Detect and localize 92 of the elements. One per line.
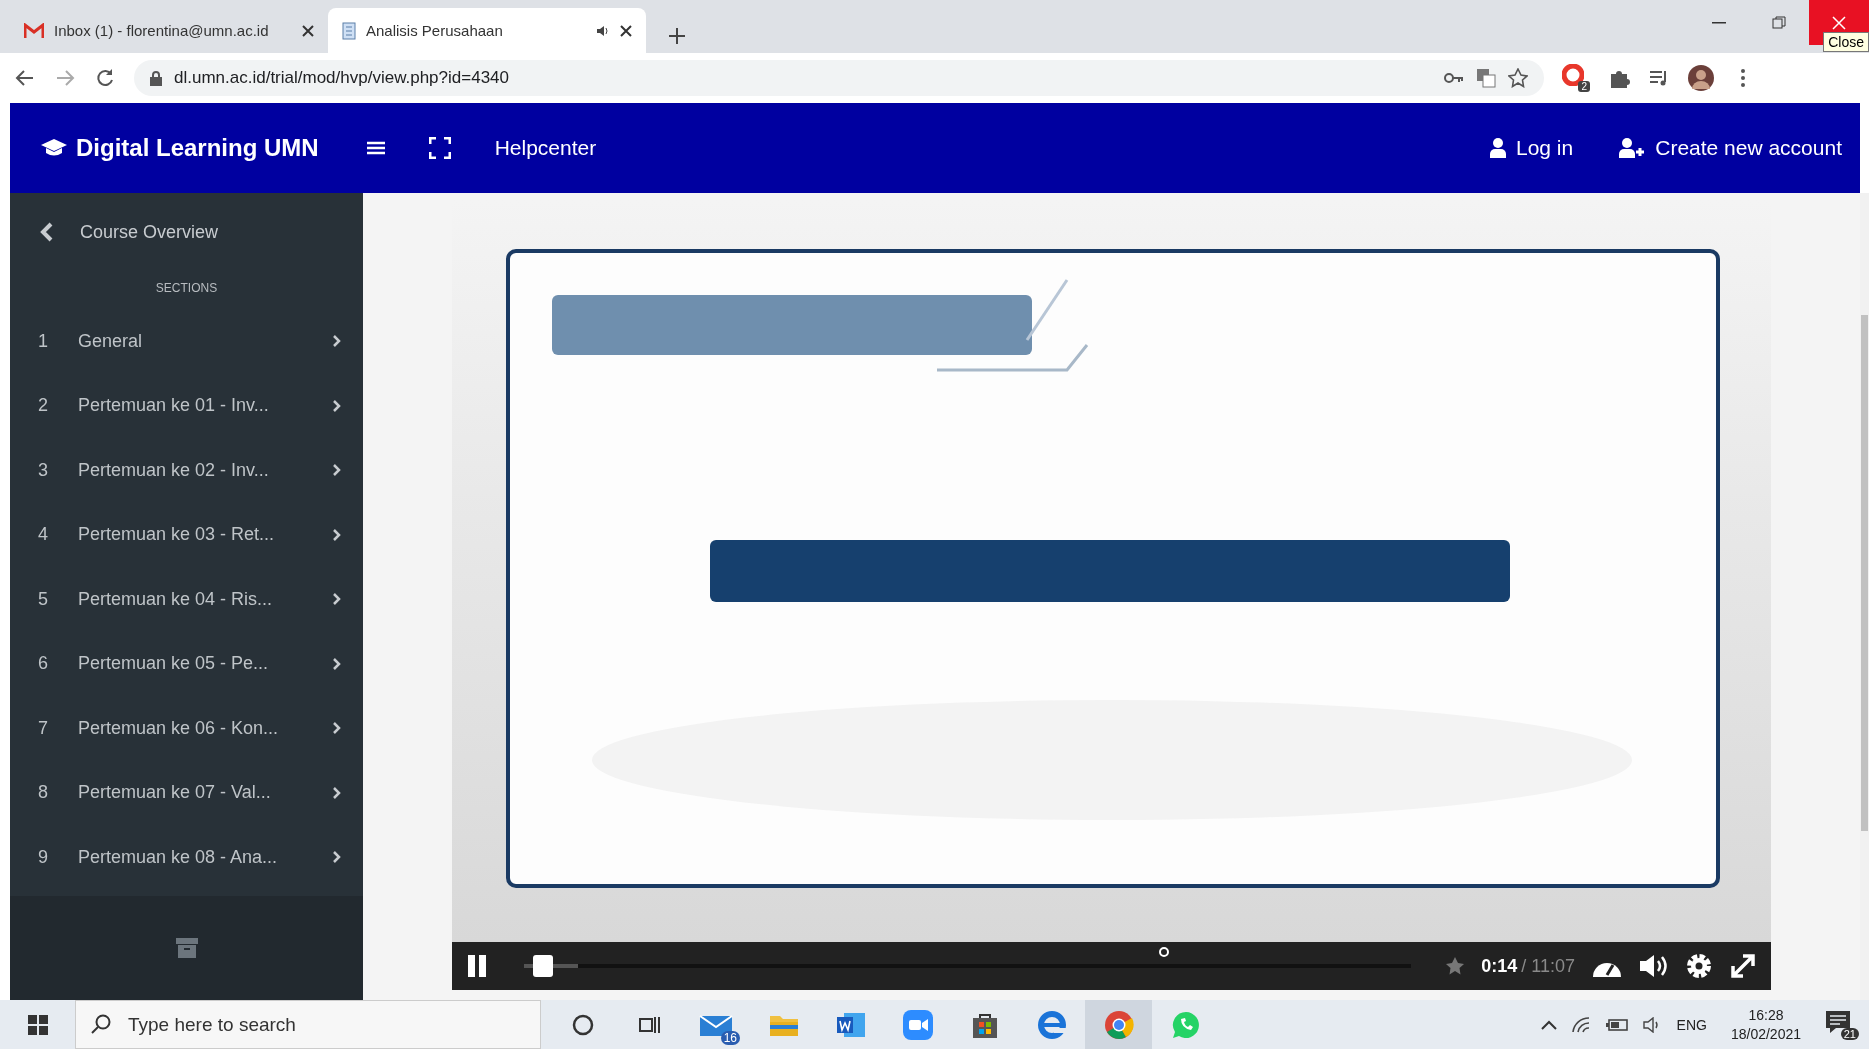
graduation-cap-icon — [40, 138, 68, 158]
section-number: 1 — [38, 330, 49, 352]
settings-icon[interactable] — [1685, 952, 1713, 980]
section-title: Pertemuan ke 06 - Kon... — [78, 717, 280, 739]
chevron-right-icon — [332, 656, 341, 671]
section-item[interactable]: 7 Pertemuan ke 06 - Kon... — [10, 696, 363, 761]
section-number: 8 — [38, 782, 49, 804]
section-item[interactable]: 8 Pertemuan ke 07 - Val... — [10, 760, 363, 825]
fullscreen-icon[interactable] — [1729, 952, 1757, 980]
total-time: / 11:07 — [1521, 955, 1575, 977]
lock-icon — [150, 70, 162, 86]
section-title: Pertemuan ke 03 - Ret... — [78, 524, 276, 546]
section-title: Pertemuan ke 04 - Ris... — [78, 588, 274, 610]
section-item[interactable]: 9 Pertemuan ke 08 - Ana... — [10, 825, 363, 890]
volume-icon[interactable] — [1639, 953, 1669, 979]
login-link[interactable]: Log in — [1490, 136, 1574, 160]
fullscreen-icon[interactable] — [428, 137, 451, 159]
marker-icon — [1158, 946, 1171, 958]
chevron-right-icon — [332, 721, 341, 736]
current-time: 0:14 — [1481, 955, 1518, 977]
mail-icon — [24, 23, 44, 38]
chevron-right-icon — [332, 592, 341, 607]
search-icon — [91, 1014, 111, 1034]
section-title: Pertemuan ke 07 - Val... — [78, 782, 272, 804]
reload-icon[interactable] — [94, 67, 116, 89]
section-title: Pertemuan ke 05 - Pe... — [78, 653, 270, 675]
clock[interactable]: 16:28 18/02/2021 — [1730, 1005, 1801, 1044]
section-item[interactable]: 3 Pertemuan ke 02 - Inv... — [10, 438, 363, 503]
close-icon[interactable] — [620, 24, 632, 37]
section-number: 4 — [38, 524, 49, 546]
address-bar[interactable]: dl.umn.ac.id/trial/mod/hvp/view.php?id=4340 — [134, 60, 1544, 96]
section-number: 7 — [38, 717, 49, 739]
section-item[interactable]: 1 General — [10, 309, 363, 374]
browser-tab[interactable]: Inbox (1) - florentina@umn.ac.id — [10, 8, 328, 53]
minimize-icon[interactable] — [1712, 21, 1726, 24]
circle-icon[interactable] — [571, 1013, 594, 1036]
mail-count: 16 — [720, 1031, 740, 1045]
section-item[interactable]: 6 Pertemuan ke 05 - Pe... — [10, 631, 363, 696]
chevron-right-icon — [332, 334, 341, 349]
section-heading: SECTIONS — [154, 280, 219, 297]
add-user-icon — [1619, 138, 1646, 158]
tooltip: Close — [1823, 32, 1869, 52]
windows-icon[interactable] — [27, 1014, 48, 1035]
section-item[interactable]: 2 Pertemuan ke 01 - Inv... — [10, 373, 363, 438]
signup-link[interactable]: Create new account — [1619, 136, 1842, 160]
chevron-right-icon — [332, 527, 341, 542]
video-camera-icon[interactable] — [902, 1009, 933, 1040]
chevron-left-icon — [40, 222, 54, 242]
section-number: 9 — [38, 846, 49, 868]
extension-icon[interactable] — [1562, 64, 1584, 86]
section-number: 2 — [38, 395, 49, 417]
close-icon — [1832, 15, 1846, 30]
site-logo[interactable]: Digital Learning UMN — [40, 134, 319, 162]
chevron-right-icon — [332, 463, 341, 478]
section-item[interactable]: 4 Pertemuan ke 03 - Ret... — [10, 502, 363, 567]
taskbar-button[interactable] — [1085, 1000, 1152, 1049]
back-link[interactable]: Course Overview — [10, 193, 363, 263]
word-icon[interactable] — [835, 1011, 866, 1038]
chevron-right-icon — [332, 850, 341, 865]
section-title: Pertemuan ke 08 - Ana... — [78, 846, 279, 868]
globe-e-icon[interactable] — [1037, 1010, 1066, 1039]
translate-icon[interactable] — [1476, 68, 1496, 88]
close-icon[interactable] — [302, 24, 314, 37]
section-number: 3 — [38, 459, 49, 481]
chevron-right-icon — [332, 398, 341, 413]
chevron-right-icon — [332, 785, 341, 800]
star-marker-icon — [1445, 956, 1466, 976]
restore-icon[interactable] — [1772, 15, 1786, 30]
section-title: Pertemuan ke 01 - Inv... — [78, 395, 270, 417]
notification-count: 21 — [1840, 1027, 1859, 1040]
user-icon — [1490, 138, 1506, 158]
nav-link[interactable]: Helpcenter — [494, 136, 597, 160]
key-icon[interactable] — [1444, 72, 1464, 84]
section-title: Pertemuan ke 02 - Inv... — [78, 459, 270, 481]
browser-icon[interactable] — [1103, 1009, 1134, 1040]
wifi-icon[interactable] — [1570, 1015, 1591, 1034]
language-indicator[interactable]: ENG — [1676, 1016, 1707, 1033]
browser-tab[interactable]: Analisis Perusahaan — [328, 8, 646, 53]
section-number: 5 — [38, 588, 49, 610]
chevron-up-icon[interactable] — [1540, 1019, 1557, 1030]
extension-count: 2 — [1578, 81, 1590, 92]
section-title: General — [78, 330, 144, 352]
avatar-icon[interactable] — [1688, 65, 1714, 91]
menu-icon[interactable] — [366, 140, 385, 156]
section-item[interactable]: 5 Pertemuan ke 04 - Ris... — [10, 567, 363, 632]
document-icon — [342, 21, 356, 40]
slider-thumb[interactable] — [532, 955, 553, 977]
section-number: 6 — [38, 653, 49, 675]
archive-icon[interactable] — [175, 937, 198, 958]
star-icon[interactable] — [1508, 68, 1528, 88]
battery-icon[interactable] — [1604, 1017, 1629, 1032]
search-field[interactable]: Type here to search — [75, 1000, 541, 1049]
